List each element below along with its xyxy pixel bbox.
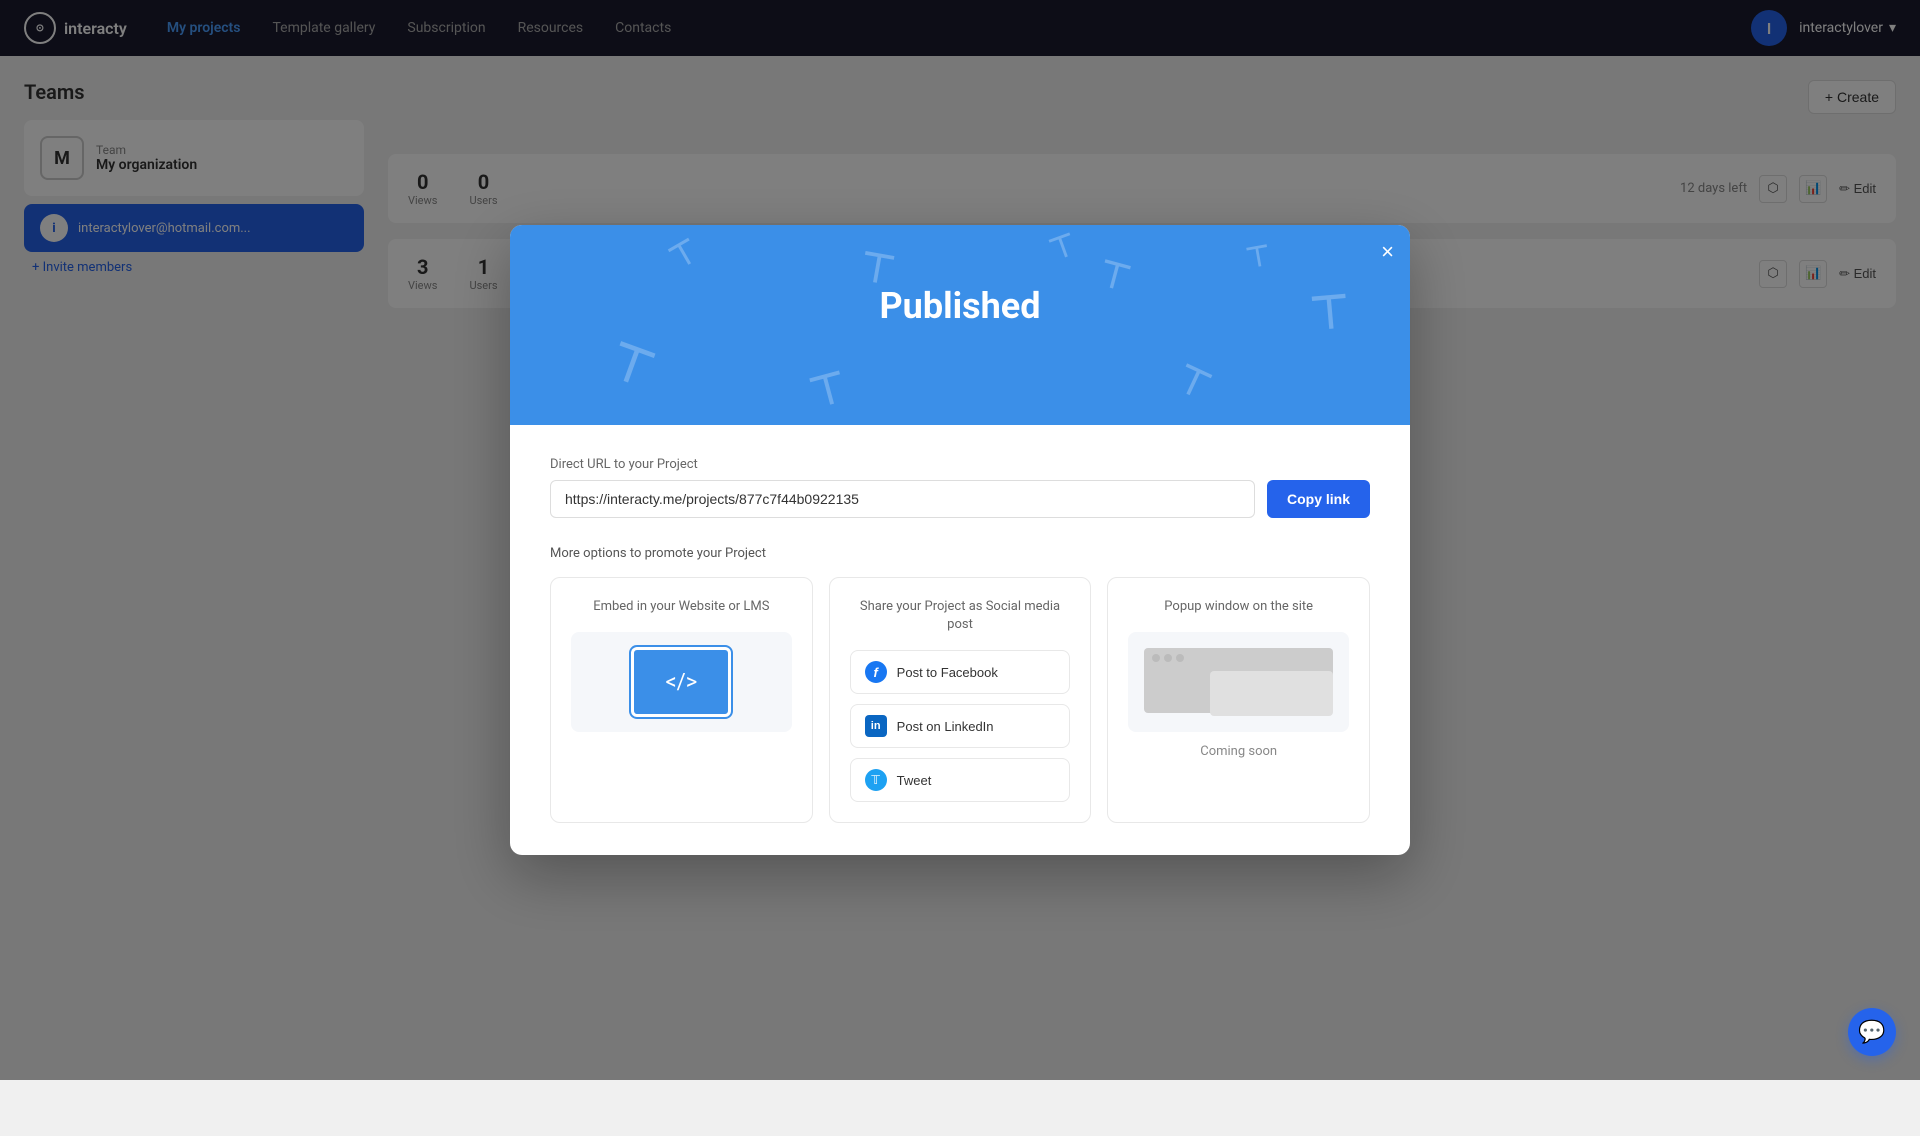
url-input[interactable] — [550, 480, 1255, 518]
social-buttons: f Post to Facebook in Post on LinkedIn 𝕋… — [850, 650, 1071, 802]
modal-body: Direct URL to your Project Copy link Mor… — [510, 425, 1410, 855]
embed-box-icon: </> — [631, 647, 731, 717]
deco-t-6: ⊤ — [601, 330, 662, 400]
promote-cards: Embed in your Website or LMS </> Share y… — [550, 577, 1370, 823]
linkedin-icon: in — [865, 715, 887, 737]
modal-header: ⊤ ⊤ ⊤ ⊤ ⊤ ⊤ ⊤ ⊤ ⊤ × Published — [510, 225, 1410, 425]
coming-soon-label: Coming soon — [1128, 744, 1349, 759]
chat-icon: 💬 — [1858, 1020, 1885, 1045]
twitter-icon: 𝕋 — [865, 769, 887, 791]
popup-preview — [1128, 632, 1349, 732]
social-card-title: Share your Project as Social media post — [850, 598, 1071, 634]
embed-preview: </> — [571, 632, 792, 732]
deco-t-8: ⊤ — [1169, 355, 1218, 410]
published-modal: ⊤ ⊤ ⊤ ⊤ ⊤ ⊤ ⊤ ⊤ ⊤ × Published Direct URL… — [510, 225, 1410, 855]
url-label: Direct URL to your Project — [550, 457, 1370, 472]
modal-overlay: ⊤ ⊤ ⊤ ⊤ ⊤ ⊤ ⊤ ⊤ ⊤ × Published Direct URL… — [0, 0, 1920, 1080]
popup-card: Popup window on the site — [1107, 577, 1370, 823]
modal-title: Published — [550, 265, 1370, 327]
deco-t-7: ⊤ — [804, 361, 852, 419]
chat-widget[interactable]: 💬 — [1848, 1008, 1896, 1056]
tweet-button[interactable]: 𝕋 Tweet — [850, 758, 1071, 802]
promote-label: More options to promote your Project — [550, 546, 1370, 561]
url-row: Copy link — [550, 480, 1370, 518]
popup-card-title: Popup window on the site — [1128, 598, 1349, 616]
post-to-facebook-button[interactable]: f Post to Facebook — [850, 650, 1071, 694]
close-button[interactable]: × — [1381, 241, 1394, 263]
embed-card-title: Embed in your Website or LMS — [571, 598, 792, 616]
embed-card: Embed in your Website or LMS </> — [550, 577, 813, 823]
social-card: Share your Project as Social media post … — [829, 577, 1092, 823]
deco-t-3: ⊤ — [1045, 226, 1082, 268]
post-on-linkedin-button[interactable]: in Post on LinkedIn — [850, 704, 1071, 748]
copy-link-button[interactable]: Copy link — [1267, 480, 1370, 518]
facebook-icon: f — [865, 661, 887, 683]
